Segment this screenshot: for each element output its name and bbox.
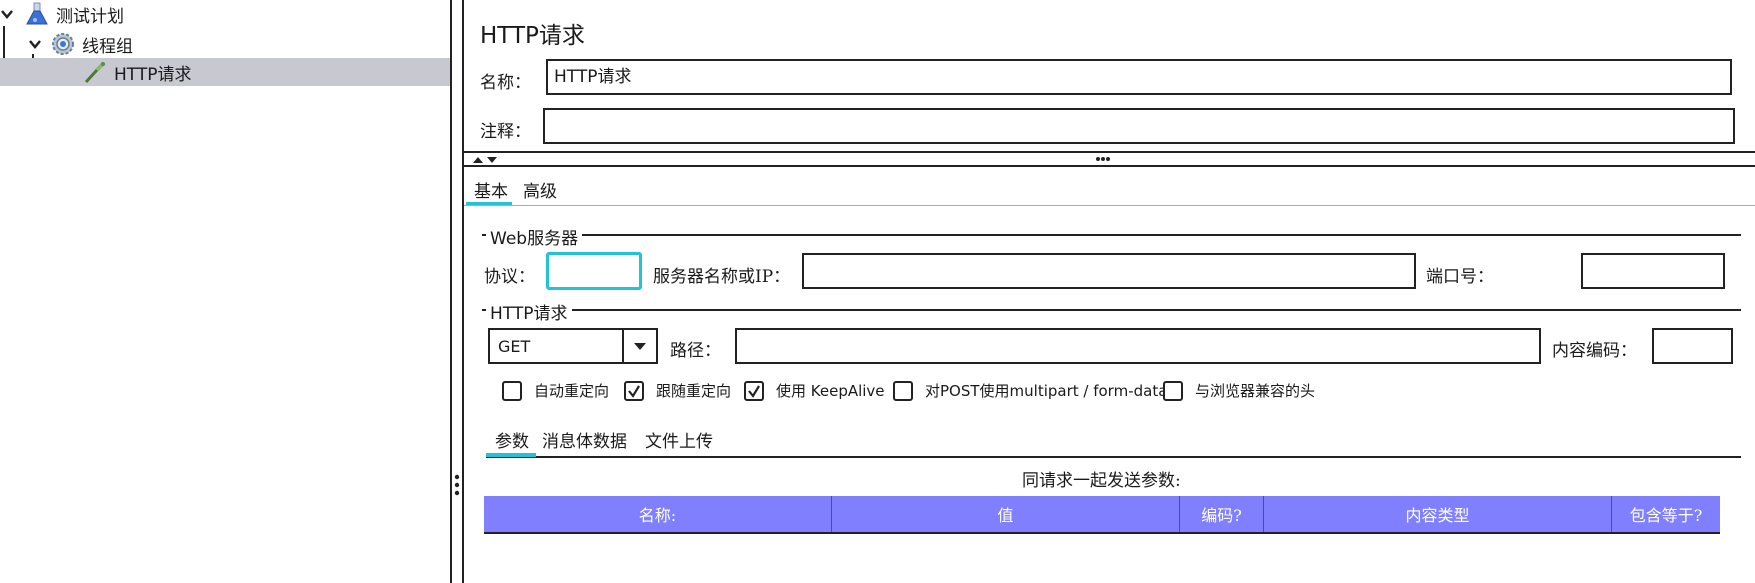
checkbox-label: 对POST使用multipart / form-data [925, 382, 1168, 400]
tree-item-label: 测试计划 [56, 6, 124, 27]
checkbox-box[interactable] [893, 380, 913, 401]
page-title: HTTP请求 [480, 23, 585, 49]
column-header-name[interactable]: 名称: [484, 496, 832, 532]
more-dots-icon[interactable] [1095, 155, 1111, 163]
method-select[interactable]: GET [488, 328, 658, 364]
tab-basic[interactable]: 基本 [474, 177, 508, 202]
name-label: 名称： [480, 73, 531, 93]
multipart-checkbox[interactable]: 对POST使用multipart / form-data [893, 380, 1167, 401]
web-server-rule [482, 234, 1741, 236]
web-server-title: Web服务器 [486, 224, 583, 249]
checkbox-box[interactable] [502, 380, 522, 401]
chevron-down-icon[interactable] [28, 37, 42, 51]
tab-parameters[interactable]: 参数 [495, 427, 529, 452]
port-label: 端口号： [1426, 267, 1494, 287]
http-request-rule [482, 309, 1741, 311]
checkbox-box[interactable] [624, 380, 644, 401]
server-field[interactable] [802, 253, 1416, 289]
tree-item-label: HTTP请求 [114, 64, 192, 85]
collapse-splitter[interactable] [464, 151, 1755, 167]
gear-icon [52, 33, 74, 55]
column-header-value[interactable]: 值 [832, 496, 1180, 532]
http-request-panel: HTTP请求 名称： HTTP请求 注释： 基本 高级 Web服务器 协议： 服… [464, 0, 1755, 583]
method-value: GET [498, 337, 531, 356]
http-request-title: HTTP请求 [486, 299, 572, 324]
tab-separator [464, 205, 1755, 206]
tab-body-data[interactable]: 消息体数据 [542, 427, 627, 452]
auto-redirect-checkbox[interactable]: 自动重定向 [502, 380, 609, 401]
server-label: 服务器名称或IP： [653, 267, 791, 287]
checkbox-box[interactable] [1163, 380, 1183, 401]
encoding-field[interactable] [1652, 328, 1733, 364]
encoding-label: 内容编码： [1552, 341, 1637, 361]
drag-handle-icon[interactable] [454, 474, 460, 496]
tab-file-upload[interactable]: 文件上传 [645, 427, 713, 452]
pipette-icon [84, 61, 106, 84]
comment-label: 注释： [480, 122, 531, 142]
path-label: 路径： [670, 341, 721, 361]
keepalive-checkbox[interactable]: 使用 KeepAlive [744, 380, 885, 401]
checkbox-label: 与浏览器兼容的头 [1195, 382, 1316, 400]
browser-compatible-headers-checkbox[interactable]: 与浏览器兼容的头 [1163, 380, 1315, 401]
tree-item-http-request[interactable]: HTTP请求 [0, 58, 450, 86]
protocol-field[interactable] [546, 252, 642, 290]
chevron-down-icon [634, 343, 646, 350]
checkbox-box[interactable] [744, 380, 764, 401]
checkbox-label: 使用 KeepAlive [776, 382, 885, 400]
active-sub-tab-indicator [486, 453, 536, 457]
dropdown-arrow[interactable] [622, 330, 656, 362]
column-header-content-type[interactable]: 内容类型 [1264, 496, 1612, 532]
follow-redirect-checkbox[interactable]: 跟随重定向 [624, 380, 731, 401]
path-field[interactable] [735, 328, 1541, 364]
request-sub-tabs: 参数 消息体数据 文件上传 [495, 427, 795, 457]
column-header-include-equals[interactable]: 包含等于? [1612, 496, 1720, 532]
chevron-down-icon[interactable] [0, 7, 14, 21]
tree-item-test-plan[interactable]: 测试计划 [0, 0, 450, 28]
sub-tab-separator [486, 456, 1741, 458]
port-field[interactable] [1581, 253, 1725, 289]
column-header-encode[interactable]: 编码? [1180, 496, 1264, 532]
tree-item-thread-group[interactable]: 线程组 [0, 30, 450, 58]
tab-advanced[interactable]: 高级 [523, 177, 557, 202]
checkbox-label: 自动重定向 [534, 382, 610, 400]
check-icon [748, 384, 760, 398]
collapse-arrows-icon[interactable] [472, 155, 498, 165]
comment-field[interactable] [543, 108, 1735, 144]
tree-item-label: 线程组 [82, 36, 133, 57]
params-table-header: 名称: 值 编码? 内容类型 包含等于? [484, 496, 1720, 534]
test-plan-tree: 测试计划 线程组 HTTP请求 [0, 0, 450, 583]
checkbox-label: 跟随重定向 [656, 382, 732, 400]
protocol-label: 协议： [484, 267, 535, 287]
params-caption: 同请求一起发送参数: [1022, 471, 1181, 491]
name-field[interactable]: HTTP请求 [546, 59, 1732, 95]
check-icon [628, 384, 640, 398]
flask-icon [26, 2, 48, 25]
